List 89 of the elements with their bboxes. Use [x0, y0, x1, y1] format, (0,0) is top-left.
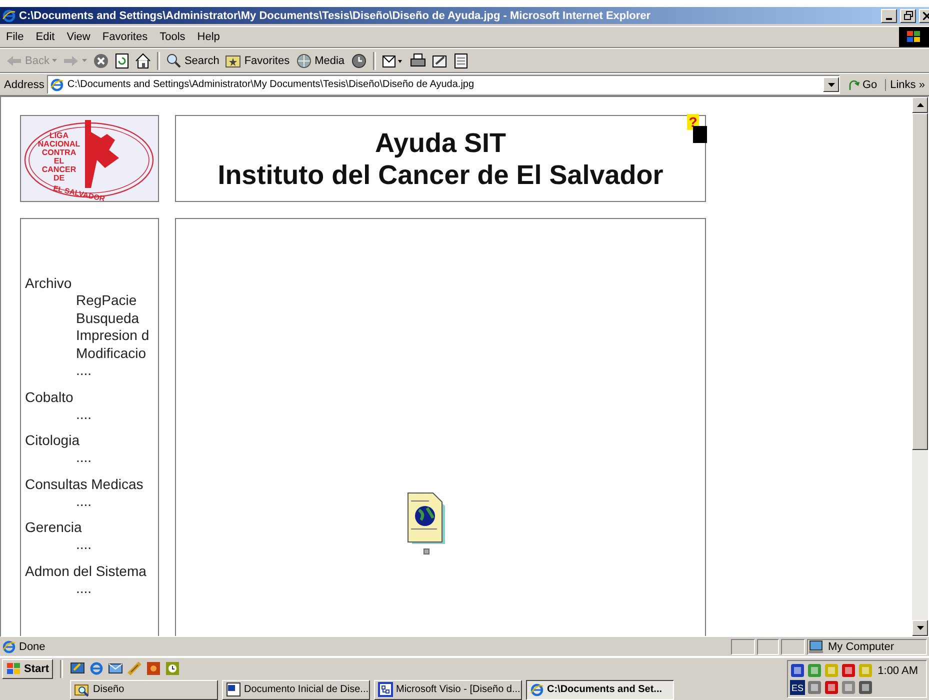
windows-flag-icon [6, 662, 22, 675]
folder-search-icon [74, 682, 90, 697]
zone-label: My Computer [807, 639, 927, 655]
ie-icon [2, 8, 16, 22]
search-button[interactable]: Search [163, 53, 222, 68]
tray-icon[interactable] [824, 680, 839, 695]
menu-item[interactable]: View [60, 31, 96, 43]
ie-icon [2, 640, 16, 654]
menu-item[interactable]: Help [191, 31, 226, 43]
window-title: C:\Documents and Settings\Administrator\My Documents\Tesis\Diseño\Diseño de Ayuda.jpg - Microsoft Internet Explorer [19, 10, 652, 22]
tray-icon[interactable] [807, 680, 822, 695]
up-arrow-icon[interactable] [916, 103, 924, 107]
mail-icon[interactable] [108, 661, 124, 676]
dropdown-button[interactable] [823, 77, 840, 92]
status-pane [757, 639, 779, 655]
start-button[interactable]: Start [2, 658, 54, 678]
menu-link[interactable]: Gerencia [25, 519, 158, 536]
taskbar-button[interactable]: Diseño [70, 680, 218, 700]
desktop-icon[interactable] [70, 661, 86, 676]
menu-link[interactable]: Archivo [25, 275, 158, 292]
submenu-link[interactable]: Modificacio [25, 344, 158, 362]
links-button[interactable]: Links » [885, 78, 929, 90]
submenu-link[interactable]: .... [25, 362, 158, 380]
menu-item[interactable]: File [0, 31, 30, 43]
refresh-icon [115, 52, 130, 68]
caret-icon [52, 59, 58, 62]
go-button[interactable]: Go [840, 78, 886, 90]
scroll-thumb[interactable] [912, 113, 928, 450]
printer-icon [410, 52, 426, 68]
menu-link[interactable]: Admon del Sistema [25, 562, 158, 580]
taskbar-button[interactable]: C:\Documents and Set... [526, 680, 674, 700]
clock: 1:00 AM [876, 665, 919, 677]
menu-link[interactable]: Citologia [25, 432, 158, 449]
address-label: Address [3, 78, 46, 90]
word-document-icon [226, 682, 241, 697]
status-pane [731, 639, 755, 655]
submenu-link[interactable]: Impresion d [25, 327, 158, 344]
media-button[interactable]: Media [292, 52, 348, 68]
home-icon [135, 52, 152, 68]
tray-icon[interactable] [790, 663, 805, 678]
visio-diagram-icon [378, 682, 393, 697]
edit-page-icon [432, 52, 448, 68]
menu-item[interactable]: Favorites [96, 31, 154, 43]
submenu-link[interactable]: Busqueda [25, 310, 158, 327]
windows-logo [899, 27, 929, 47]
submenu-link[interactable]: .... [25, 536, 158, 554]
menu-item[interactable]: Tools [154, 31, 192, 43]
submenu-link[interactable]: .... [25, 449, 158, 466]
forward-arrow-icon [63, 54, 80, 66]
ie-icon [530, 682, 544, 696]
document-globe-icon [407, 492, 447, 556]
close-icon [923, 12, 929, 20]
back-arrow-icon [6, 54, 22, 66]
menu-item[interactable]: Edit [30, 31, 61, 43]
mail-icon [382, 52, 404, 68]
header-title: Ayuda SIT [374, 126, 506, 158]
document-icon [454, 52, 468, 68]
caret-icon [82, 59, 88, 62]
media-globe-icon [296, 52, 312, 68]
tray-icon[interactable] [841, 663, 856, 678]
caret-icon [828, 82, 835, 86]
maximize-button[interactable] [900, 8, 916, 22]
language-indicator[interactable]: ES [790, 680, 805, 695]
submenu-link[interactable]: .... [25, 580, 158, 597]
restore-icon [904, 11, 912, 20]
menu-link[interactable]: Cobalto [25, 388, 158, 406]
scrollbar[interactable] [912, 97, 928, 636]
clock-icon[interactable] [165, 661, 180, 676]
stop-icon [93, 52, 110, 68]
submenu-link[interactable]: .... [25, 492, 158, 510]
favorites-button[interactable]: Favorites [222, 54, 293, 68]
page-icon [50, 78, 64, 92]
taskbar-button[interactable]: Microsoft Visio - [Diseño d... [374, 680, 522, 700]
curved-arrow-icon [848, 78, 860, 90]
minimize-icon [886, 18, 892, 20]
tray-icon[interactable] [858, 680, 873, 695]
clock-globe-icon [350, 52, 367, 68]
computer-icon [808, 640, 824, 654]
taskbar-button[interactable]: Documento Inicial de Dise... [222, 680, 370, 700]
header-title: Instituto del Cancer de El Salvador [218, 158, 664, 190]
status-pane [781, 639, 805, 655]
down-arrow-icon[interactable] [916, 626, 924, 630]
menu-link[interactable]: Consultas Medicas [25, 476, 158, 492]
submenu-link[interactable]: RegPacie [25, 292, 158, 310]
submenu-link[interactable]: .... [25, 406, 158, 423]
search-icon [166, 53, 182, 68]
status-text: Done [2, 640, 729, 654]
address-field[interactable]: C:\Documents and Settings\Administrator\My Documents\Tesis\Diseño\Diseño de Ayuda.jpg [47, 75, 840, 94]
minimize-button[interactable] [881, 8, 897, 22]
